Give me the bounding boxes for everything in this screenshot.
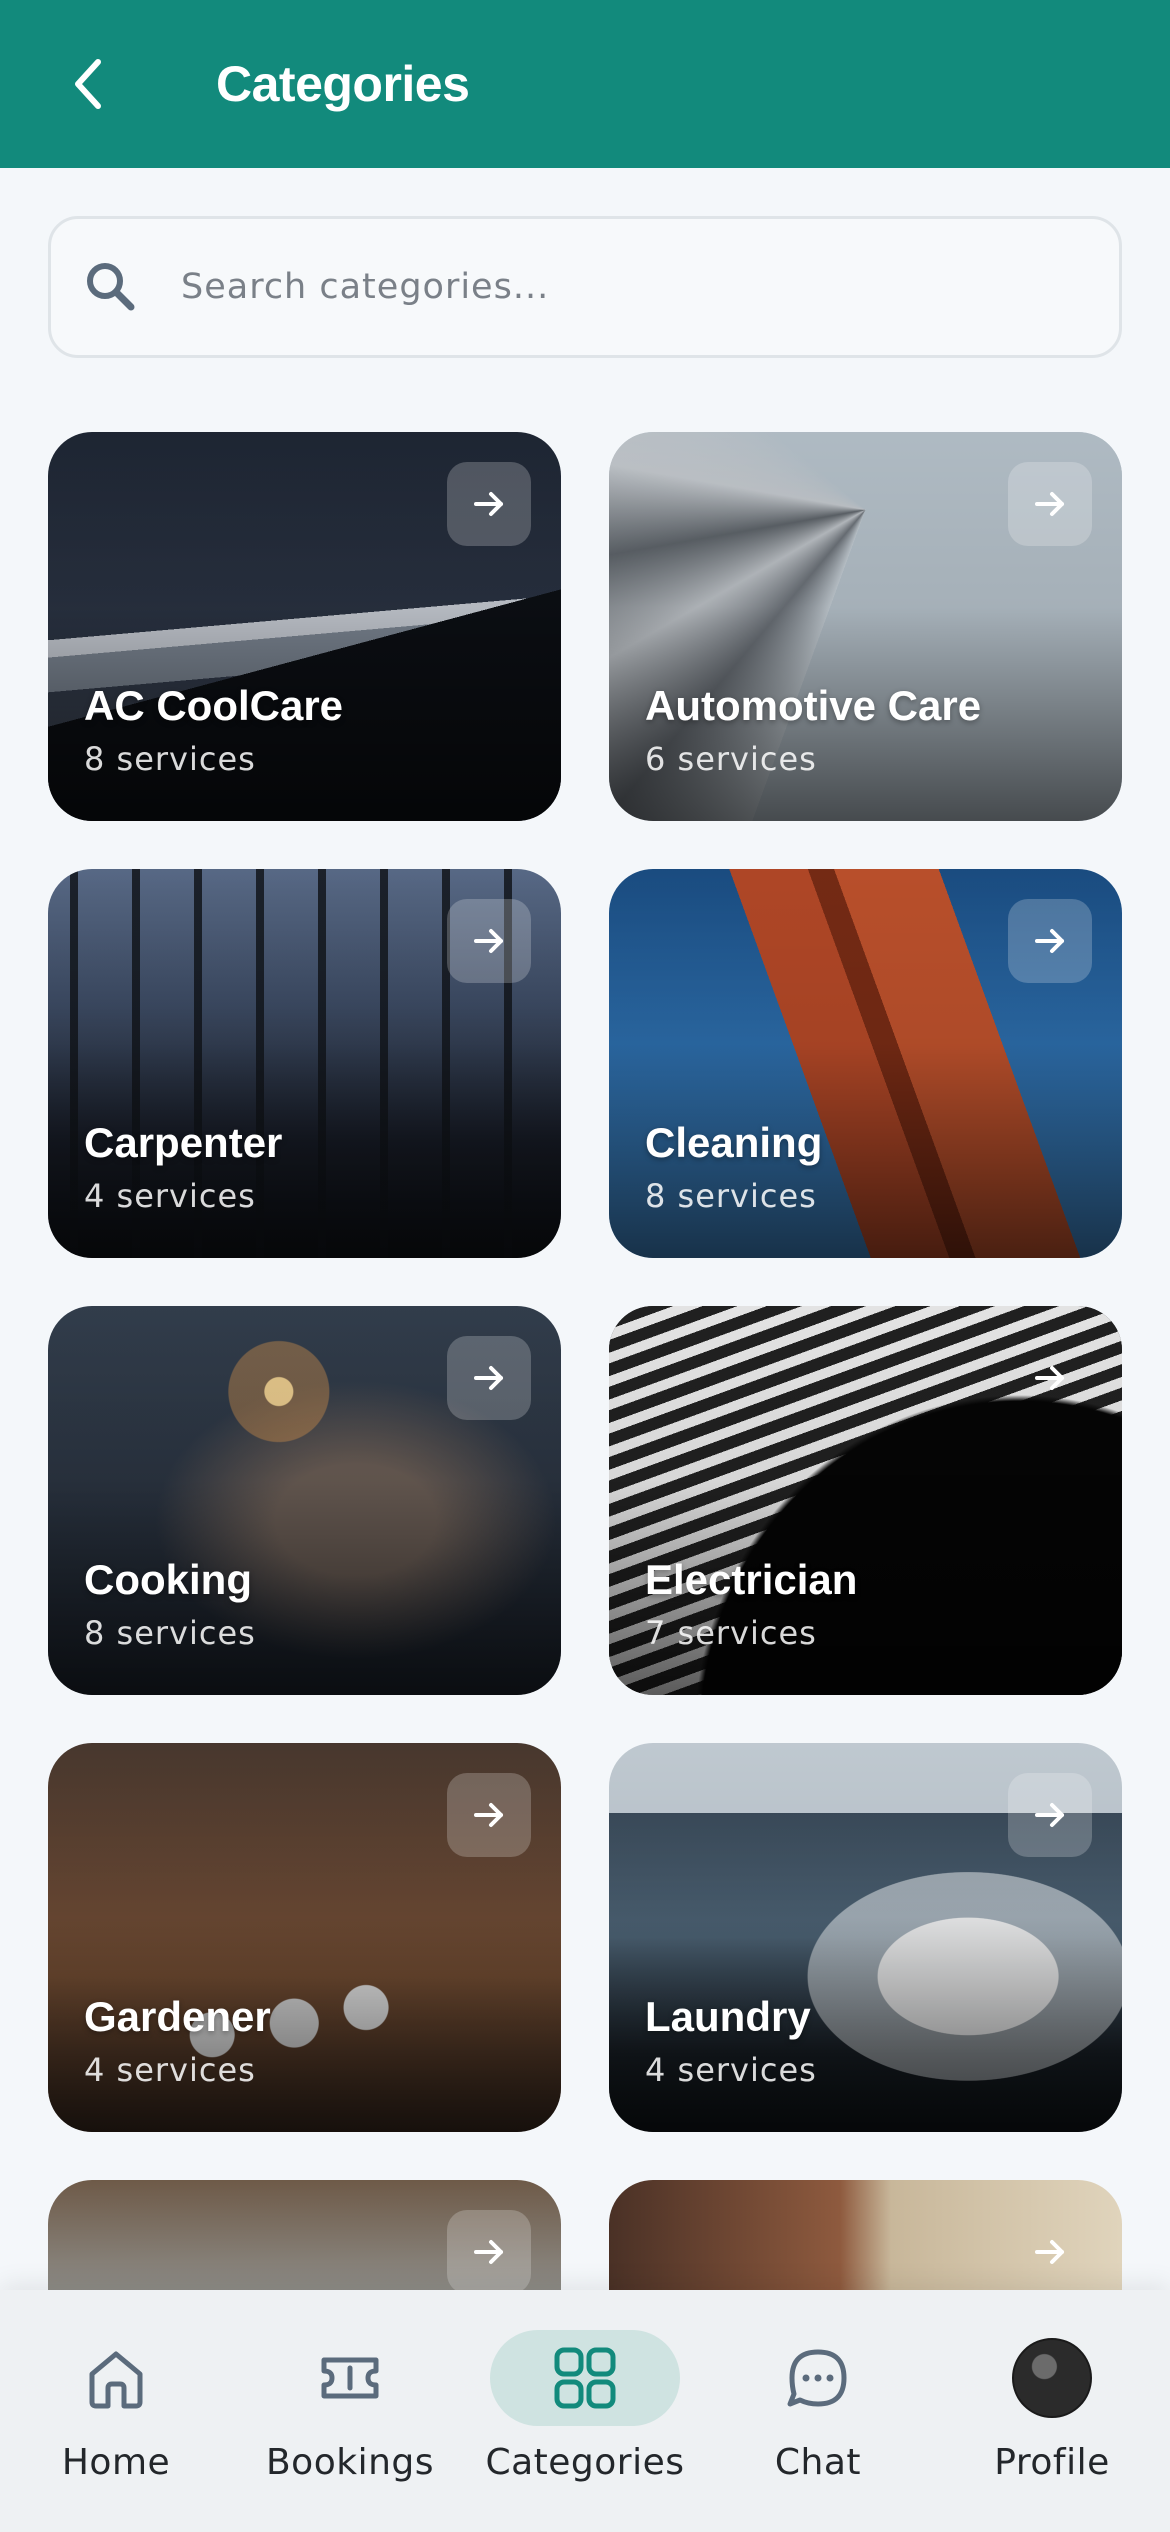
category-service-count: 8 services [84, 740, 256, 778]
nav-item-chat[interactable]: Chat [718, 2330, 918, 2500]
arrow-right-icon [1035, 1803, 1064, 1827]
arrow-right-icon [1035, 929, 1064, 953]
nav-item-bookings[interactable]: Bookings [250, 2330, 450, 2500]
category-name: Gardener [84, 1993, 271, 2040]
category-service-count: 8 services [645, 1177, 817, 1215]
category-service-count: 7 services [645, 1614, 817, 1652]
category-service-count: 4 services [645, 2051, 817, 2089]
arrow-right-button[interactable] [1008, 1336, 1092, 1420]
bottom-navigation: Home Bookings Categories Chat Profile [0, 2290, 1170, 2532]
category-service-count: 4 services [84, 2051, 256, 2089]
arrow-right-icon [1035, 1366, 1064, 1390]
arrow-right-button[interactable] [1008, 899, 1092, 983]
category-card-cleaning[interactable]: Cleaning 8 services [609, 869, 1122, 1258]
nav-label: Profile [994, 2442, 1110, 2483]
nav-label: Categories [485, 2442, 685, 2483]
category-card-gardener[interactable]: Gardener 4 services [48, 1743, 561, 2132]
app-header: Categories [0, 0, 1170, 168]
arrow-right-button[interactable] [447, 2210, 531, 2294]
grid-icon [554, 2347, 616, 2409]
arrow-right-icon [474, 1366, 503, 1390]
app-root: Categories AC CoolCare 8 services Automo… [0, 0, 1170, 2532]
category-card-electrician[interactable]: Electrician 7 services [609, 1306, 1122, 1695]
arrow-right-button[interactable] [1008, 2210, 1092, 2294]
arrow-right-button[interactable] [447, 899, 531, 983]
category-name: Electrician [645, 1556, 858, 1603]
arrow-right-icon [474, 929, 503, 953]
category-service-count: 4 services [84, 1177, 256, 1215]
nav-item-home[interactable]: Home [16, 2330, 216, 2500]
category-name: AC CoolCare [84, 682, 344, 729]
category-card-ac-coolcare[interactable]: AC CoolCare 8 services [48, 432, 561, 821]
arrow-right-icon [474, 1803, 503, 1827]
category-name: Carpenter [84, 1119, 283, 1166]
ticket-icon [321, 2357, 379, 2399]
category-service-count: 8 services [84, 1614, 256, 1652]
chat-bubble-icon [787, 2349, 847, 2407]
back-button[interactable] [48, 44, 128, 124]
arrow-right-button[interactable] [447, 1336, 531, 1420]
search-bar[interactable] [48, 216, 1122, 358]
search-input[interactable] [181, 239, 1081, 335]
arrow-right-icon [474, 2240, 503, 2264]
arrow-right-button[interactable] [447, 462, 531, 546]
category-name: Cooking [84, 1556, 252, 1603]
category-name: Automotive Care [645, 682, 982, 729]
chevron-left-icon [75, 59, 101, 109]
category-card-carpenter[interactable]: Carpenter 4 services [48, 869, 561, 1258]
search-icon [87, 263, 135, 311]
nav-item-categories[interactable]: Categories [485, 2330, 685, 2500]
arrow-right-icon [474, 492, 503, 516]
nav-label: Home [61, 2442, 171, 2483]
arrow-right-icon [1035, 492, 1064, 516]
arrow-right-icon [1035, 2240, 1064, 2264]
avatar [1012, 2338, 1092, 2418]
arrow-right-button[interactable] [447, 1773, 531, 1857]
category-service-count: 6 services [645, 740, 817, 778]
nav-label: Bookings [265, 2442, 435, 2483]
arrow-right-button[interactable] [1008, 1773, 1092, 1857]
category-name: Cleaning [645, 1119, 823, 1166]
nav-label: Chat [774, 2442, 862, 2483]
home-icon [89, 2351, 143, 2409]
page-title: Categories [216, 56, 470, 112]
category-card-automotive-care[interactable]: Automotive Care 6 services [609, 432, 1122, 821]
category-name: Laundry [645, 1993, 811, 2040]
arrow-right-button[interactable] [1008, 462, 1092, 546]
category-card-laundry[interactable]: Laundry 4 services [609, 1743, 1122, 2132]
category-card-cooking[interactable]: Cooking 8 services [48, 1306, 561, 1695]
nav-item-profile[interactable]: Profile [952, 2330, 1152, 2500]
